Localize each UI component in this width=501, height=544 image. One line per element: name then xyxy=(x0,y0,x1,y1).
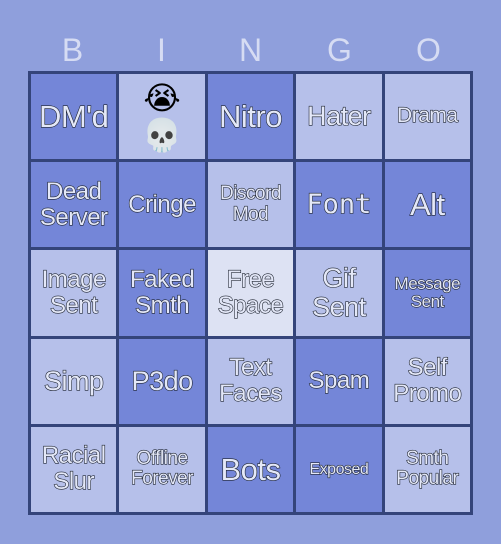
bingo-cell-label: DM'd xyxy=(38,98,109,134)
bingo-card-grid: DM'd 😭 💀 Nitro Hater Drama Dead Server Cringe Di… xyxy=(28,71,473,515)
bingo-cell[interactable]: Alt xyxy=(384,162,470,248)
bingo-cell[interactable]: Smth Popular xyxy=(384,426,470,512)
bingo-cell[interactable]: Nitro xyxy=(207,74,294,160)
header-letter-n: N xyxy=(238,32,263,68)
bingo-cell[interactable]: P3do xyxy=(119,338,205,424)
bingo-cell-label: Message Sent xyxy=(394,273,461,311)
bingo-cell-label: Faked Smth xyxy=(129,266,195,319)
loudly-crying-face-icon: 😭 xyxy=(143,78,181,117)
bingo-cell[interactable]: Racial Slur xyxy=(31,426,117,512)
bingo-cell-label: Simp xyxy=(43,365,104,396)
header-letter-o: O xyxy=(416,32,441,68)
bingo-cell[interactable]: Text Faces xyxy=(207,338,294,424)
bingo-cell-label: Image Sent xyxy=(41,266,107,319)
bingo-cell-label: Alt xyxy=(409,187,445,223)
bingo-header: B I N G O xyxy=(28,30,473,70)
skull-icon: 💀 xyxy=(142,115,183,154)
bingo-cell[interactable]: Faked Smth xyxy=(119,250,205,336)
bingo-cell-label: Dead Server xyxy=(39,177,108,231)
bingo-cell[interactable]: Discord Mod xyxy=(207,162,294,248)
bingo-cell-label: Font xyxy=(306,189,372,221)
bingo-cell[interactable]: Font xyxy=(296,162,382,248)
header-letter-g: G xyxy=(327,32,352,68)
header-letter-i: I xyxy=(157,32,166,68)
bingo-cell[interactable]: Cringe xyxy=(119,162,205,248)
bingo-cell[interactable]: Exposed xyxy=(296,426,382,512)
bingo-cell[interactable]: Hater xyxy=(296,74,382,160)
bingo-cell-label: Spam xyxy=(308,367,370,395)
bingo-cell-label: Smth Popular xyxy=(396,447,460,490)
bingo-cell[interactable]: Image Sent xyxy=(31,250,117,336)
bingo-cell-free-space[interactable]: Free Space xyxy=(207,250,294,336)
bingo-cell-label: Offline Forever xyxy=(131,447,195,490)
bingo-cell-label: Hater xyxy=(307,101,372,132)
bingo-cell-label: Free Space xyxy=(217,266,284,319)
header-letter-b: B xyxy=(61,32,84,68)
bingo-cell[interactable]: Self Promo xyxy=(384,338,470,424)
bingo-cell-label: Cringe xyxy=(128,190,197,218)
bingo-cell-label: Self Promo xyxy=(393,354,463,408)
bingo-cell[interactable]: DM'd xyxy=(31,74,117,160)
bingo-cell-label: Exposed xyxy=(309,460,369,478)
bingo-cell-label: Discord Mod xyxy=(219,183,282,225)
bingo-cell[interactable]: Offline Forever xyxy=(119,426,205,512)
bingo-cell-label: Text Faces xyxy=(218,354,283,408)
bingo-cell-label: Drama xyxy=(396,104,458,128)
bingo-cell-label: Bots xyxy=(220,451,282,487)
bingo-cell-label: Racial Slur xyxy=(41,442,106,496)
bingo-cell-label: Nitro xyxy=(218,98,283,134)
bingo-cell[interactable]: 😭 💀 xyxy=(119,74,205,160)
bingo-cell[interactable]: Gif Sent xyxy=(296,250,382,336)
bingo-cell-label: P3do xyxy=(131,365,194,396)
bingo-cell[interactable]: Drama xyxy=(384,74,470,160)
bingo-cell-label: Gif Sent xyxy=(312,262,367,323)
bingo-cell[interactable]: Spam xyxy=(296,338,382,424)
emoji-stack: 😭 💀 xyxy=(142,78,183,154)
bingo-cell[interactable]: Message Sent xyxy=(384,250,470,336)
bingo-cell[interactable]: Bots xyxy=(207,426,294,512)
bingo-cell[interactable]: Simp xyxy=(31,338,117,424)
bingo-cell[interactable]: Dead Server xyxy=(31,162,117,248)
